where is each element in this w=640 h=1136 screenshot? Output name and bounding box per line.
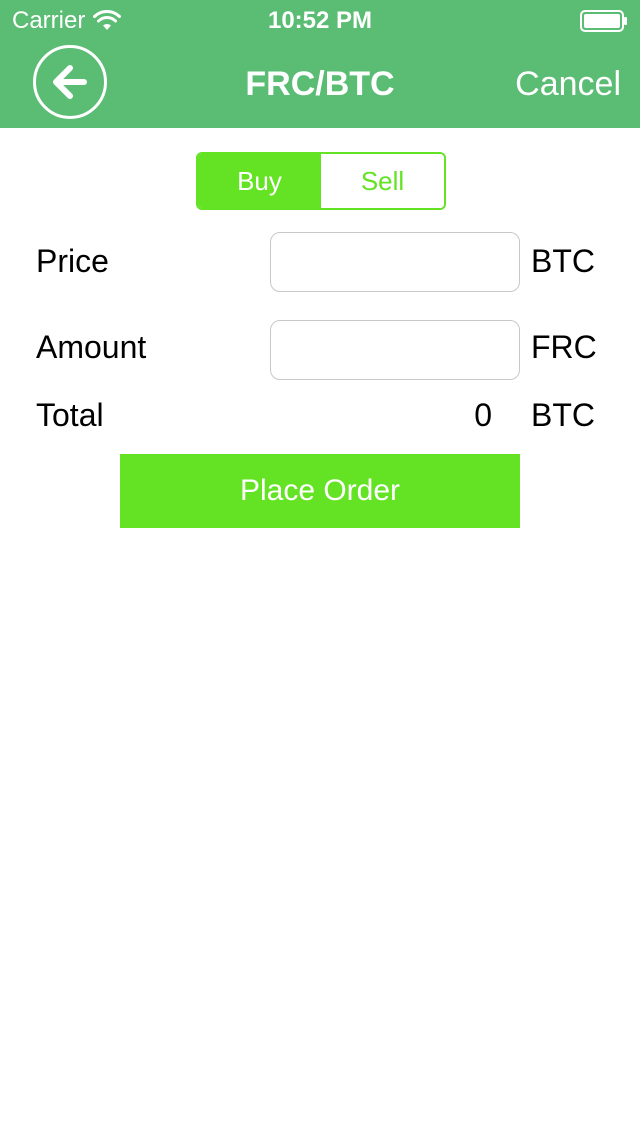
total-label: Total (36, 397, 104, 433)
sell-segment[interactable]: Sell (321, 154, 444, 208)
amount-unit: FRC (531, 329, 597, 365)
total-unit: BTC (531, 397, 595, 433)
total-value: 0 (474, 397, 492, 433)
battery-icon (580, 10, 627, 32)
buy-segment[interactable]: Buy (198, 154, 321, 208)
status-time: 10:52 PM (267, 7, 373, 34)
amount-label: Amount (36, 329, 147, 365)
amount-input[interactable] (270, 320, 520, 380)
order-screen: Carrier 10:52 PM FRC/BTC Cancel Buy Sell… (0, 0, 640, 1136)
price-label: Price (36, 243, 109, 279)
price-unit: BTC (531, 243, 595, 279)
place-order-button[interactable]: Place Order (120, 454, 520, 528)
buy-sell-segmented-control: Buy Sell (196, 152, 446, 210)
price-input[interactable] (270, 232, 520, 292)
header: Carrier 10:52 PM FRC/BTC Cancel (0, 0, 640, 128)
cancel-button[interactable]: Cancel (515, 62, 621, 106)
